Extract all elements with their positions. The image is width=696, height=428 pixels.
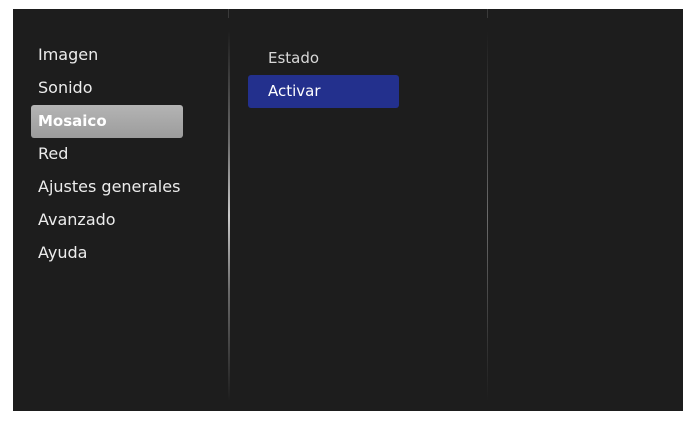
menu-item-ajustes-generales[interactable]: Ajustes generales — [31, 171, 183, 204]
main-menu: Imagen Sonido Mosaico Red Ajustes genera… — [31, 39, 183, 270]
menu-item-imagen[interactable]: Imagen — [31, 39, 183, 72]
submenu-item-activar[interactable]: Activar — [248, 75, 399, 108]
top-tick-mark — [228, 9, 229, 18]
menu-item-red[interactable]: Red — [31, 138, 183, 171]
column-divider — [487, 31, 488, 401]
column-divider — [228, 31, 230, 401]
menu-item-avanzado[interactable]: Avanzado — [31, 204, 183, 237]
top-tick-mark — [487, 9, 488, 18]
menu-item-ayuda[interactable]: Ayuda — [31, 237, 183, 270]
submenu-item-estado[interactable]: Estado — [248, 42, 399, 75]
submenu: Estado Activar — [248, 42, 399, 108]
menu-item-sonido[interactable]: Sonido — [31, 72, 183, 105]
osd-menu-screen: Imagen Sonido Mosaico Red Ajustes genera… — [13, 9, 683, 411]
menu-item-mosaico[interactable]: Mosaico — [31, 105, 183, 138]
